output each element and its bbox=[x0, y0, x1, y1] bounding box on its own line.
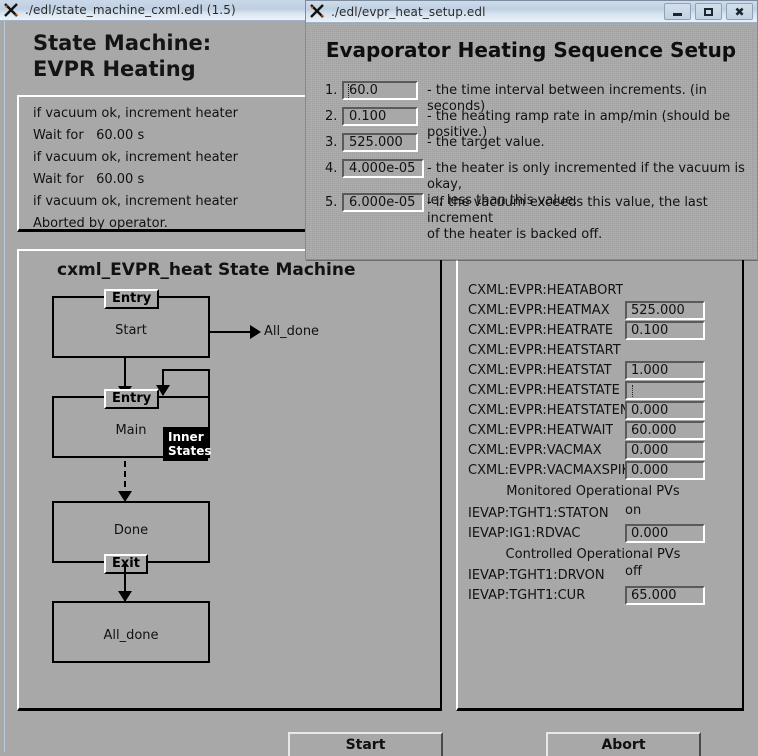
x-app-icon bbox=[3, 2, 20, 19]
state-box-all-done[interactable]: All_done bbox=[52, 601, 210, 663]
maximize-button[interactable] bbox=[695, 3, 722, 20]
page-title-line2: EVPR Heating bbox=[33, 57, 196, 81]
close-icon: ✖ bbox=[734, 4, 745, 19]
text-caret bbox=[632, 385, 633, 398]
log-line: if vacuum ok, increment heater bbox=[33, 194, 238, 209]
row-number: 3. bbox=[325, 135, 338, 150]
page-title-line1: State Machine: bbox=[33, 31, 212, 55]
pv-value-field[interactable]: 0.000 bbox=[625, 401, 705, 420]
state-entry-tag: Entry bbox=[104, 289, 160, 309]
pv-label: IEVAP:TGHT1:CUR bbox=[468, 588, 586, 603]
log-line: Aborted by operator. bbox=[33, 216, 168, 231]
dialog-heading: Evaporator Heating Sequence Setup bbox=[325, 38, 737, 62]
close-button[interactable]: ✖ bbox=[726, 3, 753, 20]
pv-value-field[interactable]: 65.000 bbox=[625, 586, 705, 605]
inner-states-line1: Inner bbox=[168, 430, 204, 444]
pv-value-field[interactable]: 0.000 bbox=[625, 524, 705, 543]
log-line: Wait for 60.00 s bbox=[33, 128, 145, 143]
sequence-log-panel: if vacuum ok, increment heater Wait for … bbox=[17, 95, 335, 232]
setup-field-5[interactable]: 6.000e-05 bbox=[342, 193, 424, 212]
pv-label: CXML:EVPR:HEATMAX bbox=[468, 303, 610, 318]
pv-label: CXML:EVPR:HEATSTATE bbox=[468, 383, 620, 398]
pv-label: IEVAP:TGHT1:STATON bbox=[468, 506, 609, 521]
start-button[interactable]: Start bbox=[288, 732, 443, 756]
row-number: 2. bbox=[325, 109, 338, 124]
inner-states-line2: States bbox=[168, 444, 212, 458]
row-description: - the target value. bbox=[427, 135, 545, 150]
row-number: 5. bbox=[325, 195, 338, 210]
setup-field-4[interactable]: 4.000e-05 bbox=[342, 159, 424, 178]
pv-label: CXML:EVPR:HEATRATE bbox=[468, 323, 614, 338]
pv-label: CXML:EVPR:HEATSTART bbox=[468, 343, 621, 358]
pv-value-field[interactable]: 0.100 bbox=[625, 321, 705, 340]
setup-field-1[interactable]: 60.0 bbox=[342, 81, 418, 100]
minimize-button[interactable] bbox=[664, 3, 691, 20]
state-label: Done bbox=[113, 523, 149, 538]
pv-label: CXML:EVPR:HEATSTAT bbox=[468, 363, 612, 378]
pv-value-field[interactable]: 0.000 bbox=[625, 441, 705, 460]
log-line: if vacuum ok, increment heater bbox=[33, 150, 238, 165]
window-controls: ✖ bbox=[664, 3, 753, 20]
pv-value-text: on bbox=[625, 503, 642, 518]
pv-label: CXML:EVPR:VACMAX bbox=[468, 443, 602, 458]
state-label: Start bbox=[115, 323, 147, 338]
x-app-icon bbox=[309, 3, 326, 20]
setup-dialog-window: ./edl/evpr_heat_setup.edl ✖ Evaporator H… bbox=[305, 0, 758, 260]
screen: ./edl/state_machine_cxml.edl (1.5) State… bbox=[0, 0, 758, 756]
maximize-icon bbox=[704, 7, 713, 16]
pv-value-field[interactable]: 60.000 bbox=[625, 421, 705, 440]
pv-value-field[interactable]: 0.000 bbox=[625, 461, 705, 480]
edge-arrowhead bbox=[250, 325, 261, 339]
row-description: - if the vacuum exceeds this value, the … bbox=[427, 195, 708, 242]
setup-field-3[interactable]: 525.000 bbox=[342, 133, 418, 152]
pv-label: IEVAP:TGHT1:DRVON bbox=[468, 568, 605, 583]
minimize-icon bbox=[673, 12, 682, 16]
pv-list-panel: CXML:EVPR:HEATABORT CXML:EVPR:HEATMAX 52… bbox=[456, 249, 744, 711]
section-header-monitored: Monitored Operational PVs bbox=[506, 484, 680, 499]
pv-value-text: off bbox=[625, 564, 642, 579]
edge-start-to-alldone bbox=[210, 331, 252, 333]
pv-label: CXML:EVPR:HEATABORT bbox=[468, 283, 624, 298]
pv-value-field[interactable]: 1.000 bbox=[625, 361, 705, 380]
pv-label: CXML:EVPR:HEATWAIT bbox=[468, 423, 614, 438]
inner-states-tag[interactable]: Inner States bbox=[163, 427, 212, 461]
edge-selfloop-top bbox=[162, 369, 210, 371]
log-line: Wait for 60.00 s bbox=[33, 172, 145, 187]
dialog-body: Evaporator Heating Sequence Setup 1. 60.… bbox=[311, 27, 753, 257]
state-label: All_done bbox=[103, 628, 159, 643]
pv-value-field[interactable]: 525.000 bbox=[625, 301, 705, 320]
main-window-title: ./edl/state_machine_cxml.edl (1.5) bbox=[25, 3, 236, 17]
pv-label: IEVAP:IG1:RDVAC bbox=[468, 526, 581, 541]
setup-field-2[interactable]: 0.100 bbox=[342, 107, 418, 126]
dialog-title: ./edl/evpr_heat_setup.edl bbox=[331, 4, 486, 19]
text-caret bbox=[348, 84, 349, 98]
section-header-controlled: Controlled Operational PVs bbox=[505, 547, 681, 562]
pv-value-field[interactable] bbox=[625, 381, 705, 400]
log-line: if vacuum ok, increment heater bbox=[33, 106, 238, 121]
edge-label-all-done: All_done bbox=[264, 324, 320, 339]
state-entry-tag: Entry bbox=[104, 389, 160, 409]
state-machine-panel: cxml_EVPR_heat State Machine Start Entry… bbox=[17, 249, 442, 711]
dialog-titlebar[interactable]: ./edl/evpr_heat_setup.edl ✖ bbox=[306, 1, 757, 23]
abort-button[interactable]: Abort bbox=[546, 732, 701, 756]
pv-label: CXML:EVPR:VACMAXSPIKE bbox=[468, 463, 626, 478]
state-machine-title: cxml_EVPR_heat State Machine bbox=[57, 260, 356, 280]
pv-label: CXML:EVPR:HEATSTATENO bbox=[468, 403, 626, 418]
row-number: 1. bbox=[325, 83, 338, 98]
row-number: 4. bbox=[325, 161, 338, 176]
